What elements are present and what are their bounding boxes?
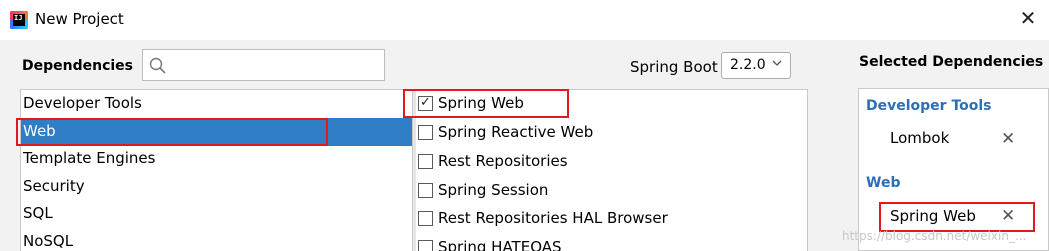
- dependency-item[interactable]: Spring Session: [413, 177, 803, 206]
- selected-dependencies-panel: Developer Tools Lombok ✕ Web Spring Web …: [858, 88, 1049, 251]
- category-item-developer-tools[interactable]: Developer Tools: [21, 90, 413, 118]
- category-item-security[interactable]: Security: [21, 173, 413, 201]
- spring-boot-label: Spring Boot: [630, 58, 718, 76]
- dependency-item[interactable]: Rest Repositories HAL Browser: [413, 205, 803, 234]
- title-bar: IJ New Project ✕: [0, 0, 1049, 40]
- selected-item-lombok: Lombok: [890, 129, 950, 147]
- checkbox[interactable]: [418, 183, 433, 198]
- intellij-app-icon: IJ: [10, 11, 28, 29]
- category-item-nosql[interactable]: NoSQL: [21, 228, 413, 251]
- category-item-template-engines[interactable]: Template Engines: [21, 145, 413, 173]
- dependency-list: ✓ Spring Web Spring Reactive Web Rest Re…: [412, 89, 808, 251]
- checkbox[interactable]: [418, 211, 433, 226]
- selected-item-spring-web: Spring Web: [890, 207, 976, 225]
- close-icon[interactable]: ✕: [1018, 8, 1038, 28]
- dependency-item[interactable]: Spring Reactive Web: [413, 119, 803, 148]
- checkbox-checked[interactable]: ✓: [418, 96, 433, 111]
- chevron-down-icon: [771, 57, 783, 72]
- dependency-item[interactable]: Rest Repositories: [413, 148, 803, 177]
- checkbox[interactable]: [418, 154, 433, 169]
- selected-group-title: Developer Tools: [866, 98, 992, 114]
- spring-boot-version-value: 2.2.0: [730, 57, 766, 73]
- watermark-text: https://blog.csdn.net/weixin_...: [842, 229, 1027, 243]
- category-item-web[interactable]: Web: [21, 118, 413, 146]
- spring-boot-version-select[interactable]: 2.2.0: [721, 52, 791, 79]
- dependencies-label: Dependencies: [22, 58, 134, 74]
- checkbox[interactable]: [418, 125, 433, 140]
- dependency-label: Spring Reactive Web: [438, 123, 594, 141]
- remove-icon[interactable]: ✕: [1001, 206, 1015, 226]
- dependency-item[interactable]: Spring HATEOAS: [413, 234, 803, 251]
- category-list: Developer Tools Web Template Engines Sec…: [20, 89, 413, 251]
- remove-icon[interactable]: ✕: [1001, 129, 1015, 149]
- checkbox[interactable]: [418, 240, 433, 251]
- dependency-item[interactable]: ✓ Spring Web: [413, 90, 803, 119]
- search-input[interactable]: [142, 49, 385, 81]
- dependency-label: Rest Repositories HAL Browser: [438, 209, 668, 227]
- selected-group-title: Web: [866, 175, 901, 191]
- category-item-sql[interactable]: SQL: [21, 200, 413, 228]
- search-icon: [149, 57, 166, 74]
- dependency-label: Spring Web: [438, 94, 524, 112]
- dependency-label: Spring Session: [438, 181, 549, 199]
- window-title: New Project: [35, 10, 124, 28]
- dependency-label: Rest Repositories: [438, 152, 568, 170]
- selected-dependencies-label: Selected Dependencies: [859, 54, 1044, 70]
- dependency-label: Spring HATEOAS: [438, 238, 562, 251]
